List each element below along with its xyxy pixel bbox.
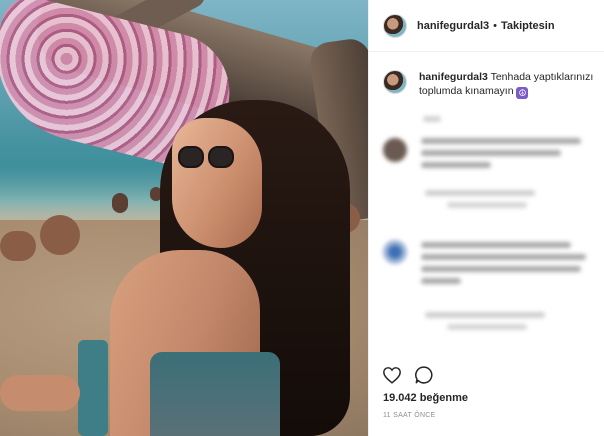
peace-emoji-icon: ☮ bbox=[516, 87, 529, 99]
caption-text-block: hanifegurdal3 Tenhada yaptıklarınızı top… bbox=[419, 70, 599, 99]
following-button[interactable]: Takiptesin bbox=[501, 20, 555, 32]
caption-avatar[interactable] bbox=[383, 70, 407, 94]
post-caption: hanifegurdal3 Tenhada yaptıklarınızı top… bbox=[383, 70, 601, 99]
post-header: hanifegurdal3 • Takiptesin bbox=[369, 0, 604, 52]
woman-arm bbox=[0, 375, 80, 411]
post-actions bbox=[381, 364, 435, 386]
redacted-comment-2-text bbox=[421, 242, 597, 290]
redacted-comment-1 bbox=[383, 138, 407, 162]
redacted-comment-1-text bbox=[421, 138, 591, 174]
redacted-comment-2-meta bbox=[425, 312, 555, 336]
beach-chair bbox=[78, 340, 108, 436]
redacted-meta bbox=[423, 116, 453, 128]
post-photo[interactable] bbox=[0, 0, 368, 436]
caption-username[interactable]: hanifegurdal3 bbox=[419, 71, 488, 83]
likes-count[interactable]: 19.042 beğenme bbox=[383, 392, 468, 404]
post-side-panel: hanifegurdal3 • Takiptesin hanifegurdal3… bbox=[368, 0, 604, 436]
comment-bubble-icon[interactable] bbox=[413, 364, 435, 386]
redacted-comment-1-meta bbox=[425, 190, 545, 214]
header-separator: • bbox=[493, 19, 497, 32]
heart-outline-icon[interactable] bbox=[381, 364, 403, 386]
swimsuit bbox=[150, 352, 280, 436]
author-avatar[interactable] bbox=[383, 13, 407, 38]
redacted-comment-2 bbox=[383, 240, 407, 264]
author-username[interactable]: hanifegurdal3 bbox=[417, 20, 489, 32]
sunglasses bbox=[178, 146, 242, 172]
woman-face bbox=[172, 118, 262, 248]
post-timestamp[interactable]: 11 SAAT ÖNCE bbox=[383, 412, 436, 419]
